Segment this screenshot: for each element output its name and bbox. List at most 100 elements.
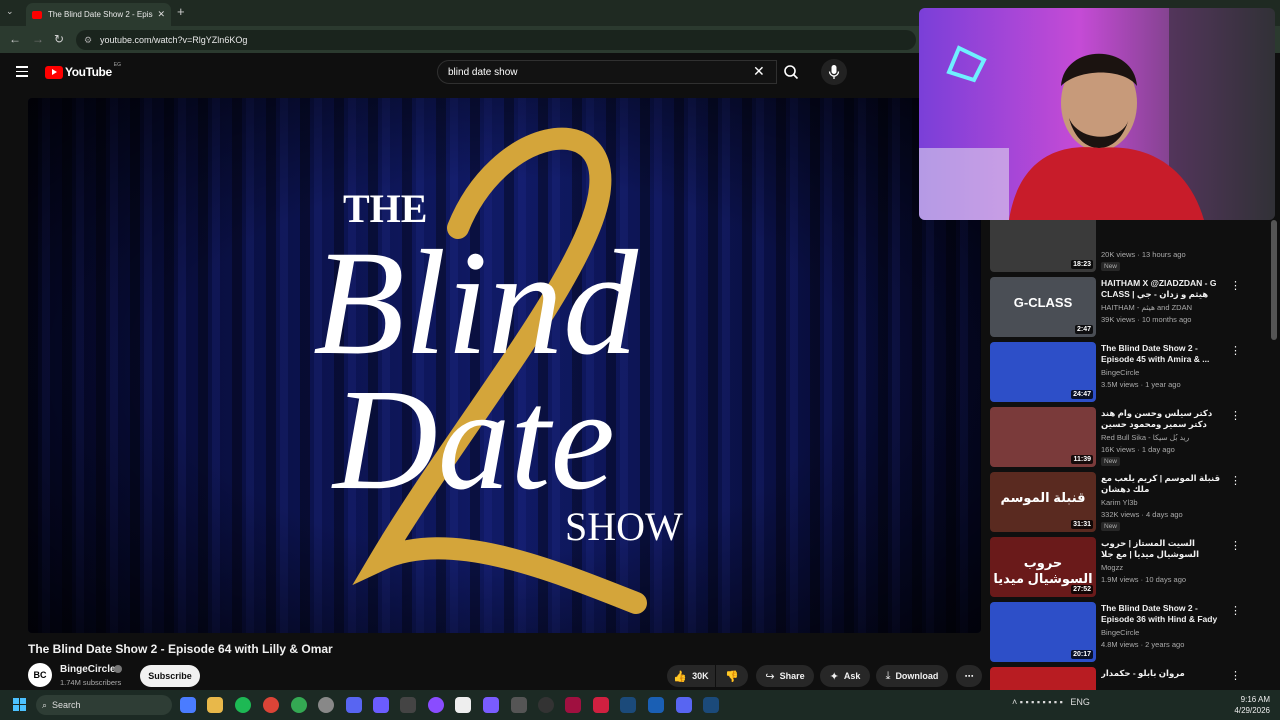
clear-search-icon[interactable]: ✕ <box>753 63 765 80</box>
reload-icon[interactable]: ↻ <box>54 32 64 46</box>
recommendation-item[interactable]: 18:23 20K views · 13 hours ago New <box>990 220 1255 272</box>
app-icon[interactable] <box>483 697 499 713</box>
chrome-icon[interactable] <box>263 697 279 713</box>
app-icon[interactable] <box>400 697 416 713</box>
dislike-button[interactable]: 👎 <box>716 665 748 687</box>
video-thumbnail[interactable] <box>990 667 1096 690</box>
recommendation-item[interactable]: 20:17 The Blind Date Show 2 - Episode 36 … <box>990 602 1255 662</box>
like-button[interactable]: 👍 30K <box>667 665 715 687</box>
download-button[interactable]: ⤓ Download <box>876 665 948 687</box>
share-arrow-icon: ↪ <box>765 670 775 683</box>
url-bar[interactable]: ⚙ youtube.com/watch?v=RlgYZln6KOg <box>76 30 916 50</box>
video-thumbnail[interactable]: قنبلة الموسم 31:31 <box>990 472 1096 532</box>
search-button[interactable] <box>778 60 806 84</box>
recommendation-item[interactable]: G-CLASS 2:47 HAITHAM X @ZIADZDAN - G CLASS… <box>990 277 1255 337</box>
language-indicator[interactable]: ENG <box>1070 697 1090 707</box>
more-options-icon[interactable]: ⋮ <box>1230 279 1241 292</box>
channel-avatar[interactable]: BC <box>28 663 52 687</box>
app-icon[interactable] <box>455 697 471 713</box>
subscriber-count: 1.74M subscribers <box>60 678 122 687</box>
app-grid-icon[interactable] <box>373 697 389 713</box>
video-frame: THE Blind Date SHOW <box>28 98 981 633</box>
steam-icon[interactable] <box>620 697 636 713</box>
video-thumbnail[interactable]: G-CLASS 2:47 <box>990 277 1096 337</box>
more-options-icon[interactable]: ⋮ <box>1230 604 1241 617</box>
rec-channel[interactable]: BingeCircle <box>1101 628 1139 637</box>
discord-icon[interactable] <box>346 697 362 713</box>
recommendation-item[interactable]: قنبلة الموسم 31:31 قنبلة الموسم | كريم يلع… <box>990 472 1255 532</box>
chrome-active-icon[interactable] <box>291 697 307 713</box>
app-icon[interactable] <box>648 697 664 713</box>
rec-channel[interactable]: HAITHAM - هيثم and ZDAN <box>1101 303 1192 312</box>
video-thumbnail[interactable]: 20:17 <box>990 602 1096 662</box>
app-icon[interactable] <box>538 697 554 713</box>
ask-button[interactable]: ✦ Ask <box>820 665 870 687</box>
more-options-icon[interactable]: ⋮ <box>1230 669 1241 682</box>
video-duration: 11:39 <box>1071 455 1093 464</box>
rec-channel[interactable]: Mogzz <box>1101 563 1123 572</box>
rec-views: 1.9M views · 10 days ago <box>1101 575 1187 584</box>
video-thumbnail[interactable]: 18:23 <box>990 220 1096 272</box>
video-duration: 31:31 <box>1071 520 1093 529</box>
subscribe-button[interactable]: Subscribe <box>140 665 200 687</box>
recommendation-item[interactable]: 24:47 The Blind Date Show 2 - Episode 45 … <box>990 342 1255 402</box>
rec-channel[interactable]: Red Bull Sika - ريد بُل سيكا <box>1101 433 1189 442</box>
discord-alt-icon[interactable] <box>676 697 692 713</box>
tab-title: The Blind Date Show 2 - Episod <box>48 10 154 19</box>
more-options-icon[interactable]: ⋮ <box>1230 409 1241 422</box>
new-badge: New <box>1101 522 1121 531</box>
app-icon[interactable] <box>428 697 444 713</box>
tab-close-icon[interactable]: ✕ <box>157 9 165 20</box>
system-clock[interactable]: 9:16 AM 4/29/2026 <box>1226 694 1270 716</box>
hamburger-menu-icon[interactable] <box>16 66 28 77</box>
steam-alt-icon[interactable] <box>703 697 719 713</box>
more-options-icon[interactable]: ⋮ <box>1230 474 1241 487</box>
scrollbar[interactable] <box>1271 220 1277 340</box>
app-icon[interactable] <box>565 697 581 713</box>
voice-search-button[interactable] <box>821 59 847 85</box>
file-explorer-icon[interactable] <box>207 697 223 713</box>
search-query: blind date show <box>448 66 518 78</box>
app-icon[interactable] <box>511 697 527 713</box>
rec-title: مروان بابلو - حكمدار <box>1101 668 1185 678</box>
new-tab-button[interactable]: + <box>177 4 185 19</box>
channel-name[interactable]: BingeCircle <box>60 664 116 675</box>
video-title: The Blind Date Show 2 - Episode 64 with … <box>28 642 333 656</box>
share-button[interactable]: ↪ Share <box>756 665 814 687</box>
taskbar-search[interactable]: ⌕ Search <box>36 695 172 715</box>
windows-start-icon[interactable] <box>13 698 27 712</box>
recommendation-item[interactable]: حروب السوشيال ميديا 27:52 السيت المستاز | … <box>990 537 1255 597</box>
copilot-icon[interactable] <box>180 697 196 713</box>
video-duration: 24:47 <box>1071 390 1093 399</box>
video-thumbnail[interactable]: حروب السوشيال ميديا 27:52 <box>990 537 1096 597</box>
rec-views: 39K views · 10 months ago <box>1101 315 1192 324</box>
rec-channel[interactable]: BingeCircle <box>1101 368 1139 377</box>
back-arrow-icon[interactable]: ← <box>9 32 21 46</box>
video-thumbnail[interactable]: 24:47 <box>990 342 1096 402</box>
rec-views: 332K views · 4 days ago <box>1101 510 1183 519</box>
video-thumbnail[interactable]: 11:39 <box>990 407 1096 467</box>
sparkle-icon: ✦ <box>829 670 839 683</box>
app-icon[interactable] <box>318 697 334 713</box>
more-actions-button[interactable]: ⋯ <box>956 665 982 687</box>
forward-arrow-icon[interactable]: → <box>32 32 44 46</box>
recommendation-item[interactable]: 11:39 دكتر سيلس وحسن وام هند دكتر سمير وم… <box>990 407 1255 467</box>
rec-channel[interactable]: Karim Yl3b <box>1101 498 1138 507</box>
recommendation-item[interactable]: مروان بابلو - حكمدارMARWAN PABLO1.1M vie… <box>990 667 1255 690</box>
thumbs-down-icon: 👎 <box>725 670 739 683</box>
download-label: Download <box>895 671 939 681</box>
more-options-icon[interactable]: ⋮ <box>1230 344 1241 357</box>
more-options-icon[interactable]: ⋮ <box>1230 539 1241 552</box>
youtube-logo[interactable]: YouTube EG <box>45 62 121 79</box>
tab-search-icon[interactable]: ⌄ <box>6 6 14 17</box>
spotify-icon[interactable] <box>235 697 251 713</box>
video-player[interactable]: THE Blind Date SHOW <box>28 98 981 633</box>
app-icon[interactable] <box>593 697 609 713</box>
clock-time: 9:16 AM <box>1240 695 1270 704</box>
system-tray[interactable]: ˄ ▪ ▪ ▪ ▪ ▪ ▪ ▪ ▪ ENG <box>1012 697 1090 707</box>
verified-badge-icon <box>114 665 122 673</box>
browser-tab[interactable]: The Blind Date Show 2 - Episod ✕ <box>26 3 171 26</box>
search-input[interactable]: blind date show <box>437 60 777 84</box>
site-info-icon[interactable]: ⚙ <box>84 35 94 46</box>
url-text: youtube.com/watch?v=RlgYZln6KOg <box>100 35 248 45</box>
